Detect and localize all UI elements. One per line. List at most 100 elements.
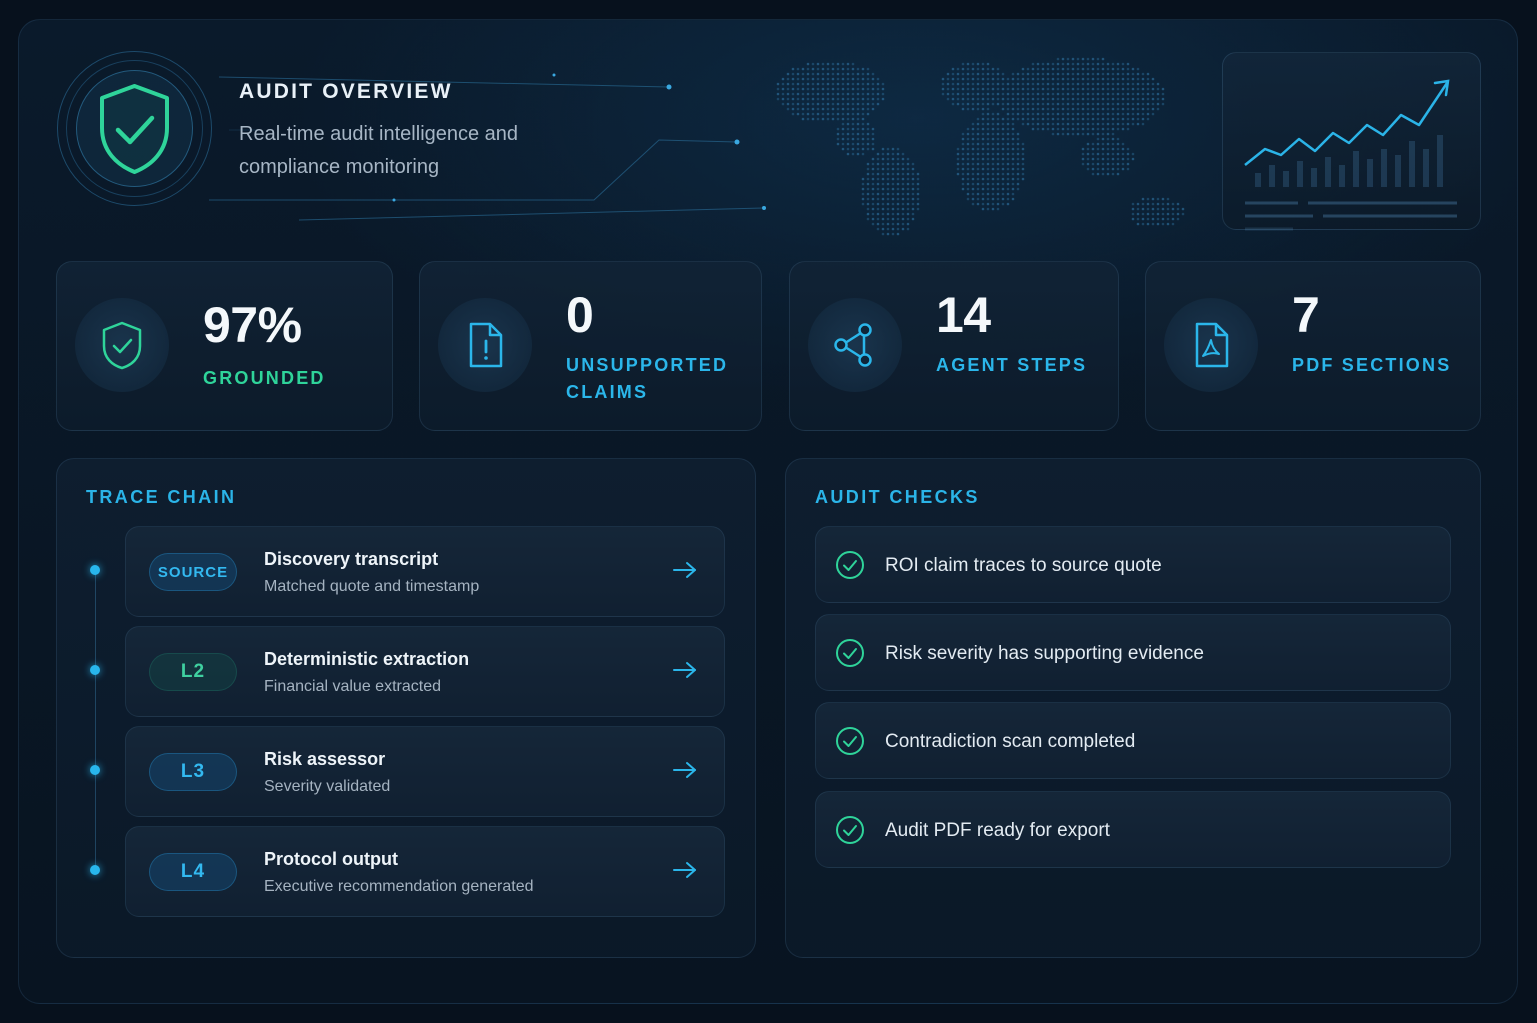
- map-dot: [1101, 57, 1105, 61]
- map-dot: [1106, 147, 1110, 151]
- map-dot: [1076, 62, 1080, 66]
- map-dot: [1106, 122, 1110, 126]
- map-dot: [1016, 102, 1020, 106]
- stat-card-grounded: 97% GROUNDED: [56, 261, 393, 431]
- map-dot: [886, 162, 890, 166]
- map-dot: [776, 82, 780, 86]
- map-dot: [1006, 187, 1010, 191]
- map-dot: [991, 92, 995, 96]
- map-dot: [941, 92, 945, 96]
- map-dot: [996, 132, 1000, 136]
- map-dot: [1126, 117, 1130, 121]
- map-dot: [906, 222, 910, 226]
- map-dot: [1121, 127, 1125, 131]
- map-dot: [1006, 162, 1010, 166]
- map-dot: [1116, 82, 1120, 86]
- map-dot: [996, 152, 1000, 156]
- map-dot: [1091, 117, 1095, 121]
- map-dot: [986, 197, 990, 201]
- map-dot: [1016, 167, 1020, 171]
- map-dot: [996, 67, 1000, 71]
- map-dot: [1021, 72, 1025, 76]
- stat-label: GROUNDED: [203, 368, 326, 388]
- map-dot: [1016, 82, 1020, 86]
- map-dot: [1001, 72, 1005, 76]
- arrow-right-icon[interactable]: [672, 560, 698, 580]
- map-dot: [876, 152, 880, 156]
- map-dot: [1081, 102, 1085, 106]
- trace-step-l4[interactable]: L4 Protocol output Executive recommendat…: [90, 826, 725, 917]
- map-dot: [1011, 197, 1015, 201]
- map-dot: [791, 97, 795, 101]
- map-dot: [1096, 137, 1100, 141]
- map-dot: [1156, 197, 1160, 201]
- trace-step-l3[interactable]: L3 Risk assessor Severity validated: [90, 726, 725, 817]
- map-dot: [891, 147, 895, 151]
- map-dot: [1141, 207, 1145, 211]
- map-dot: [1081, 77, 1085, 81]
- map-dot: [1136, 222, 1140, 226]
- map-dot: [1136, 207, 1140, 211]
- map-dot: [1111, 167, 1115, 171]
- map-dot: [1056, 107, 1060, 111]
- map-dot: [1076, 127, 1080, 131]
- map-dot: [816, 87, 820, 91]
- arrow-right-icon[interactable]: [672, 660, 698, 680]
- trace-step-source[interactable]: SOURCE Discovery transcript Matched quot…: [90, 526, 725, 617]
- map-dot: [876, 87, 880, 91]
- map-dot: [1101, 147, 1105, 151]
- map-dot: [901, 197, 905, 201]
- map-dot: [801, 112, 805, 116]
- map-dot: [961, 157, 965, 161]
- map-dot: [1096, 92, 1100, 96]
- map-dot: [1091, 102, 1095, 106]
- map-dot: [986, 202, 990, 206]
- map-dot: [956, 92, 960, 96]
- map-dot: [841, 77, 845, 81]
- arrow-right-icon[interactable]: [672, 760, 698, 780]
- map-dot: [986, 127, 990, 131]
- map-dot: [916, 197, 920, 201]
- map-dot: [1081, 82, 1085, 86]
- map-dot: [951, 77, 955, 81]
- map-dot: [1026, 72, 1030, 76]
- map-dot: [861, 77, 865, 81]
- map-dot: [1101, 62, 1105, 66]
- map-dot: [986, 167, 990, 171]
- map-dot: [866, 197, 870, 201]
- map-dot: [1051, 87, 1055, 91]
- map-dot: [891, 177, 895, 181]
- map-dot: [1036, 92, 1040, 96]
- map-dot: [1006, 177, 1010, 181]
- map-dot: [866, 167, 870, 171]
- map-dot: [991, 122, 995, 126]
- map-dot: [976, 132, 980, 136]
- map-dot: [871, 142, 875, 146]
- map-dot: [811, 107, 815, 111]
- trace-step-l2[interactable]: L2 Deterministic extraction Financial va…: [90, 626, 725, 717]
- map-dot: [1101, 92, 1105, 96]
- map-dot: [846, 97, 850, 101]
- map-dot: [1146, 117, 1150, 121]
- check-circle-icon: [836, 551, 864, 579]
- map-dot: [976, 192, 980, 196]
- map-dot: [981, 207, 985, 211]
- arrow-right-icon[interactable]: [672, 860, 698, 880]
- map-dot: [981, 77, 985, 81]
- map-dot: [1111, 137, 1115, 141]
- map-dot: [971, 102, 975, 106]
- map-dot: [966, 192, 970, 196]
- map-dot: [971, 142, 975, 146]
- map-dot: [866, 87, 870, 91]
- map-dot: [1116, 107, 1120, 111]
- map-dot: [856, 97, 860, 101]
- map-dot: [1031, 77, 1035, 81]
- map-dot: [906, 157, 910, 161]
- map-dot: [1126, 127, 1130, 131]
- map-dot: [1146, 112, 1150, 116]
- map-dot: [861, 152, 865, 156]
- map-dot: [1011, 72, 1015, 76]
- map-dot: [1101, 112, 1105, 116]
- map-dot: [841, 132, 845, 136]
- map-dot: [1041, 127, 1045, 131]
